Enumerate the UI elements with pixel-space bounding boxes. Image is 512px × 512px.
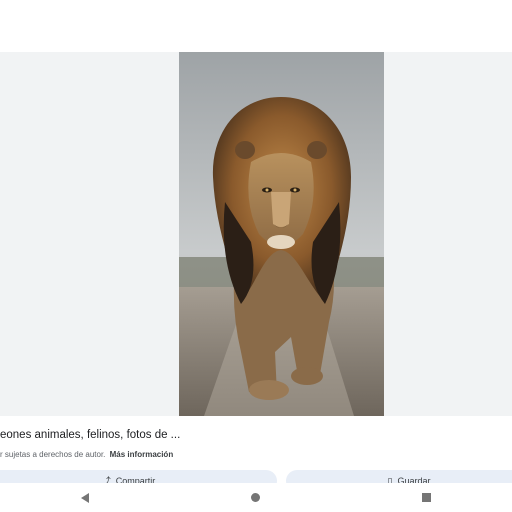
back-triangle-icon[interactable] xyxy=(81,492,89,503)
recents-square-icon[interactable] xyxy=(422,493,431,502)
image-viewer xyxy=(0,52,512,416)
home-circle-icon[interactable] xyxy=(251,493,260,502)
lion-photo[interactable] xyxy=(179,52,384,416)
lion-image xyxy=(179,52,384,416)
more-info-link[interactable]: Más información xyxy=(110,450,174,459)
copyright-text: r sujetas a derechos de autor. xyxy=(0,450,106,459)
system-navigation-bar xyxy=(0,483,512,512)
copyright-notice: r sujetas a derechos de autor. Más infor… xyxy=(0,450,500,459)
image-title[interactable]: eones animales, felinos, fotos de ... xyxy=(0,429,500,441)
